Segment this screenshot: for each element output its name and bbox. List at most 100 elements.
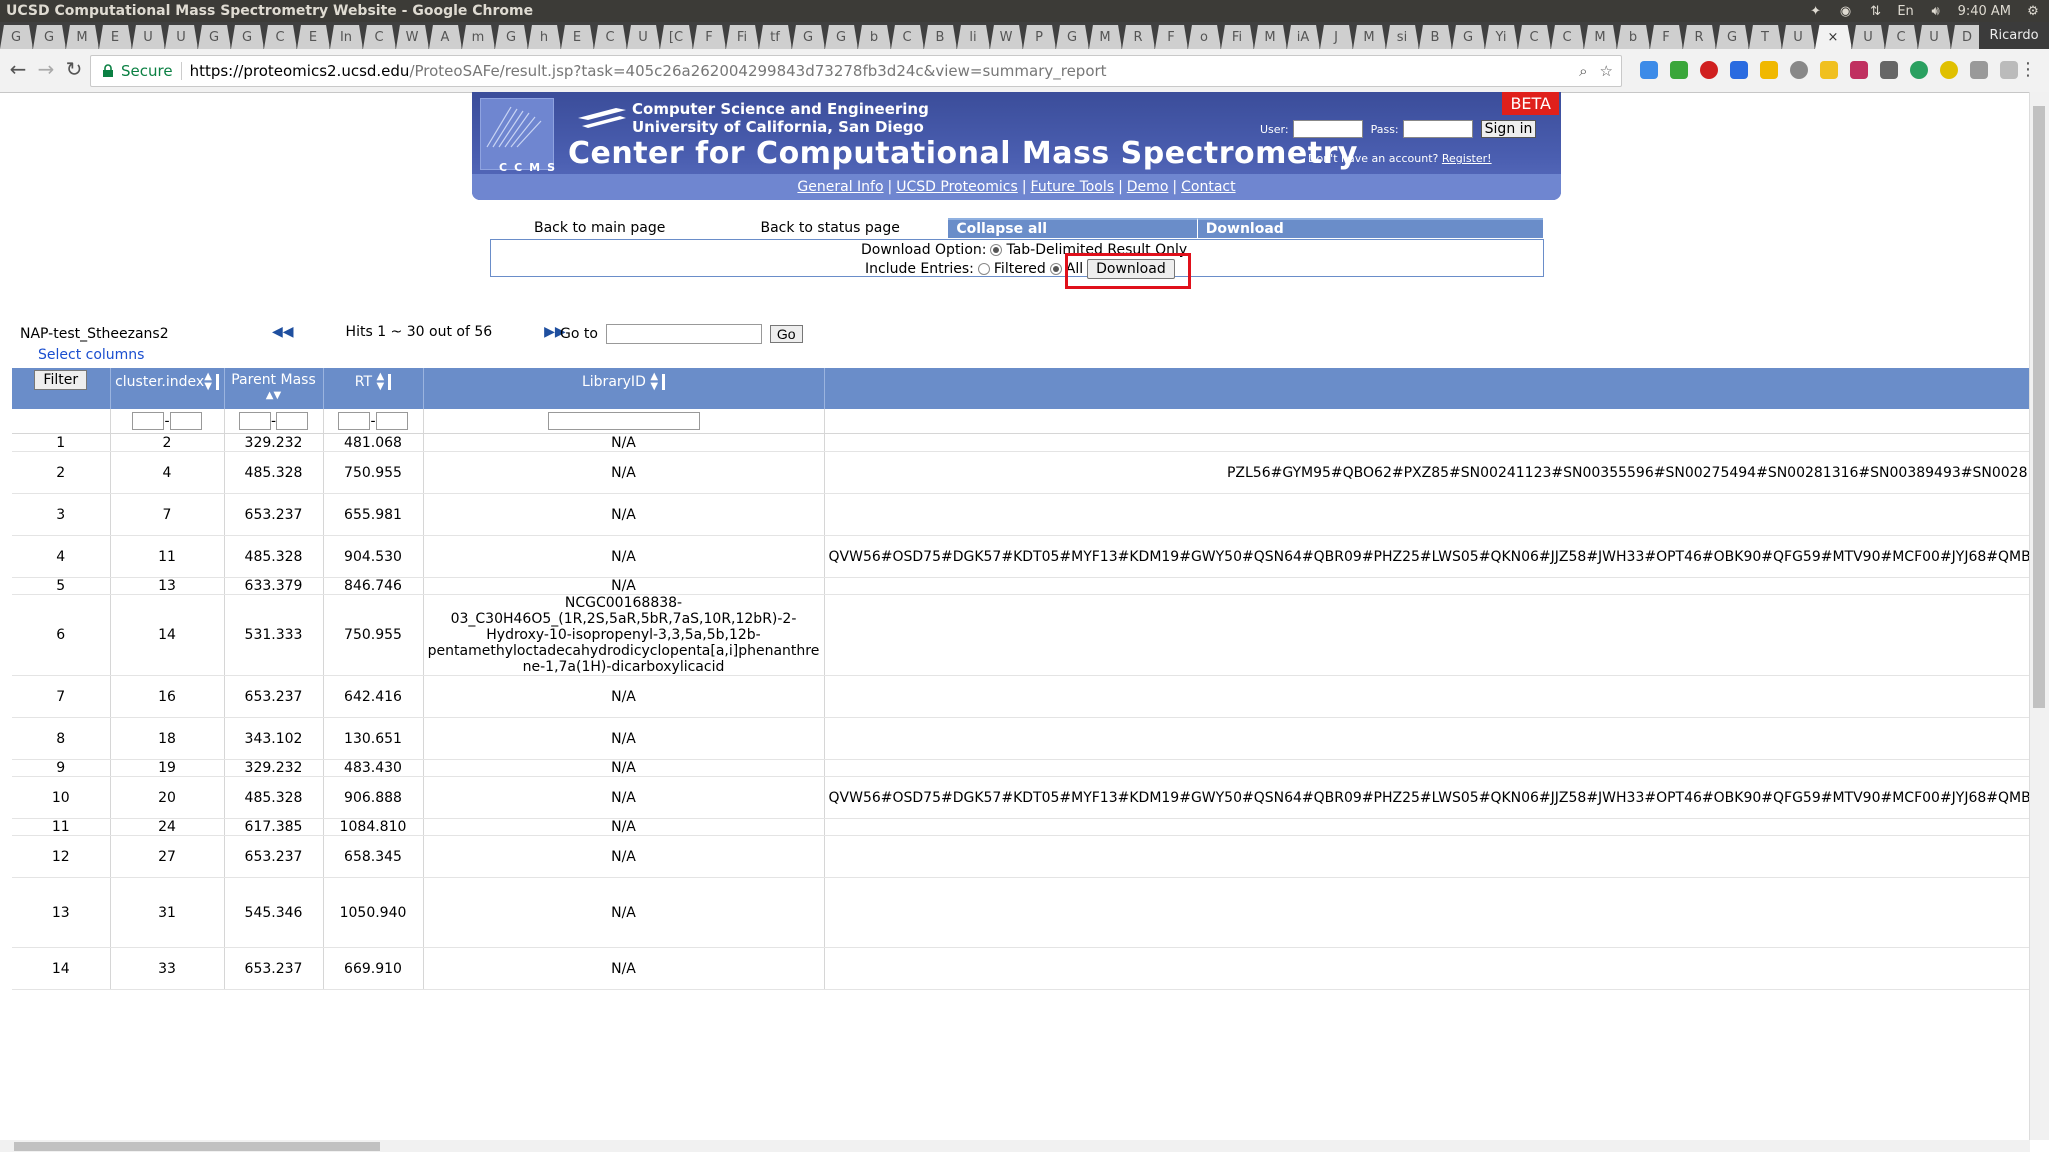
- browser-tab[interactable]: G: [0, 25, 33, 49]
- reload-icon[interactable]: ↻: [62, 57, 86, 81]
- browser-tab[interactable]: T: [1749, 25, 1782, 49]
- dropbox-icon[interactable]: ✦: [1808, 4, 1824, 19]
- extension-icon[interactable]: [1910, 61, 1928, 79]
- bookmark-star-icon[interactable]: ☆: [1600, 62, 1613, 80]
- browser-tab[interactable]: F: [1650, 25, 1683, 49]
- rt-max-input[interactable]: [375, 412, 408, 430]
- extension-icon[interactable]: [1880, 61, 1898, 79]
- column-header-cluster-index[interactable]: cluster.index▲ ▼: [110, 368, 225, 409]
- browser-tab[interactable]: si: [1386, 25, 1419, 49]
- chrome-icon[interactable]: ◉: [1838, 4, 1854, 19]
- browser-tab[interactable]: li: [957, 25, 990, 49]
- sign-in-button[interactable]: Sign in: [1480, 120, 1537, 138]
- browser-tab[interactable]: F: [693, 25, 726, 49]
- browser-tab[interactable]: G: [231, 25, 264, 49]
- browser-tab[interactable]: G: [1452, 25, 1485, 49]
- keyboard-lang[interactable]: En: [1897, 4, 1913, 19]
- browser-tab[interactable]: C: [594, 25, 627, 49]
- nav-future-tools[interactable]: Future Tools: [1031, 179, 1115, 195]
- browser-tab[interactable]: G: [495, 25, 528, 49]
- address-bar[interactable]: Secure https://proteomics2.ucsd.edu/Prot…: [90, 55, 1622, 87]
- browser-tab[interactable]: G: [792, 25, 825, 49]
- forward-arrow-icon[interactable]: →: [34, 57, 58, 81]
- sort-icon[interactable]: ▲▼: [377, 372, 385, 392]
- network-icon[interactable]: ⇅: [1868, 4, 1884, 19]
- browser-tab[interactable]: m: [462, 25, 495, 49]
- clock[interactable]: 9:40 AM: [1958, 4, 2011, 19]
- browser-tab[interactable]: G: [1056, 25, 1089, 49]
- nav-demo[interactable]: Demo: [1127, 179, 1169, 195]
- mass-max-input[interactable]: [276, 412, 309, 430]
- browser-tab[interactable]: W: [396, 25, 429, 49]
- nav-ucsd-proteomics[interactable]: UCSD Proteomics: [896, 179, 1018, 195]
- browser-tab[interactable]: E: [297, 25, 330, 49]
- browser-tab[interactable]: Fi: [726, 25, 759, 49]
- browser-tab[interactable]: W: [990, 25, 1023, 49]
- browser-tab[interactable]: G: [33, 25, 66, 49]
- library-id-filter-input[interactable]: [547, 412, 700, 430]
- chrome-menu-icon[interactable]: ⋮: [2019, 59, 2037, 80]
- tab-delimited-radio[interactable]: [990, 244, 1003, 256]
- browser-tab[interactable]: b: [1617, 25, 1650, 49]
- star-extension-icon[interactable]: [1760, 61, 1778, 79]
- vertical-scrollbar[interactable]: [2029, 92, 2049, 1140]
- column-header-library-id[interactable]: LibraryID ▲ ▼: [423, 368, 825, 409]
- profile-button[interactable]: Ricardo: [1979, 22, 2049, 49]
- extension-icon[interactable]: [1730, 61, 1748, 79]
- nav-contact[interactable]: Contact: [1181, 179, 1235, 195]
- user-input[interactable]: [1292, 120, 1363, 138]
- browser-tab[interactable]: E: [561, 25, 594, 49]
- nav-general-info[interactable]: General Info: [797, 179, 883, 195]
- extension-icon[interactable]: [1940, 61, 1958, 79]
- browser-tab[interactable]: C: [1551, 25, 1584, 49]
- browser-tab[interactable]: b: [858, 25, 891, 49]
- column-resize-handle[interactable]: [662, 374, 666, 390]
- column-header-parent-mass[interactable]: Parent Mass ▲▼: [224, 368, 324, 409]
- column-resize-handle[interactable]: [388, 374, 392, 390]
- password-input[interactable]: [1402, 120, 1473, 138]
- browser-tab[interactable]: U: [165, 25, 198, 49]
- back-to-main-link[interactable]: Back to main page: [490, 218, 712, 238]
- register-link[interactable]: Register!: [1442, 152, 1492, 165]
- browser-tab[interactable]: G: [1716, 25, 1749, 49]
- browser-tab[interactable]: [C: [660, 25, 693, 49]
- browser-tab[interactable]: F: [1155, 25, 1188, 49]
- browser-tab[interactable]: G: [198, 25, 231, 49]
- goto-input[interactable]: [605, 324, 762, 344]
- browser-tab[interactable]: R: [1683, 25, 1716, 49]
- horizontal-scrollbar[interactable]: [0, 1140, 2030, 1152]
- adblock-icon[interactable]: [1700, 61, 1718, 79]
- browser-tab[interactable]: M: [1353, 25, 1386, 49]
- browser-tab[interactable]: C: [363, 25, 396, 49]
- browser-tab[interactable]: C: [264, 25, 297, 49]
- browser-tab[interactable]: U: [1782, 25, 1815, 49]
- extension-icon[interactable]: [1850, 61, 1868, 79]
- browser-tab[interactable]: C: [891, 25, 924, 49]
- collapse-all-button[interactable]: Collapse all: [948, 218, 1197, 238]
- rt-min-input[interactable]: [338, 412, 371, 430]
- active-tab-close-icon[interactable]: ×: [1815, 25, 1852, 49]
- browser-tab[interactable]: R: [1122, 25, 1155, 49]
- cluster-min-input[interactable]: [132, 412, 165, 430]
- browser-tab[interactable]: P: [1023, 25, 1056, 49]
- filtered-radio[interactable]: [977, 263, 990, 275]
- extension-icon[interactable]: [1790, 61, 1808, 79]
- filter-button[interactable]: Filter: [34, 370, 88, 390]
- browser-tab[interactable]: J: [1320, 25, 1353, 49]
- browser-tab[interactable]: tf: [759, 25, 792, 49]
- go-button[interactable]: Go: [769, 325, 803, 343]
- browser-tab[interactable]: M: [1254, 25, 1287, 49]
- browser-tab[interactable]: U: [1918, 25, 1951, 49]
- extension-icon[interactable]: [2000, 61, 2018, 79]
- browser-tab[interactable]: U: [1852, 25, 1885, 49]
- scrollbar-thumb[interactable]: [14, 1142, 380, 1151]
- browser-tab[interactable]: iA: [1287, 25, 1320, 49]
- browser-tab[interactable]: M: [1584, 25, 1617, 49]
- browser-tab[interactable]: Fi: [1221, 25, 1254, 49]
- browser-tab[interactable]: A: [429, 25, 462, 49]
- all-radio[interactable]: [1049, 263, 1062, 275]
- browser-tab[interactable]: In: [330, 25, 363, 49]
- browser-tab[interactable]: Yi: [1485, 25, 1518, 49]
- first-page-icon[interactable]: ◀◀: [272, 324, 294, 340]
- sort-icon[interactable]: ▲▼: [204, 372, 212, 392]
